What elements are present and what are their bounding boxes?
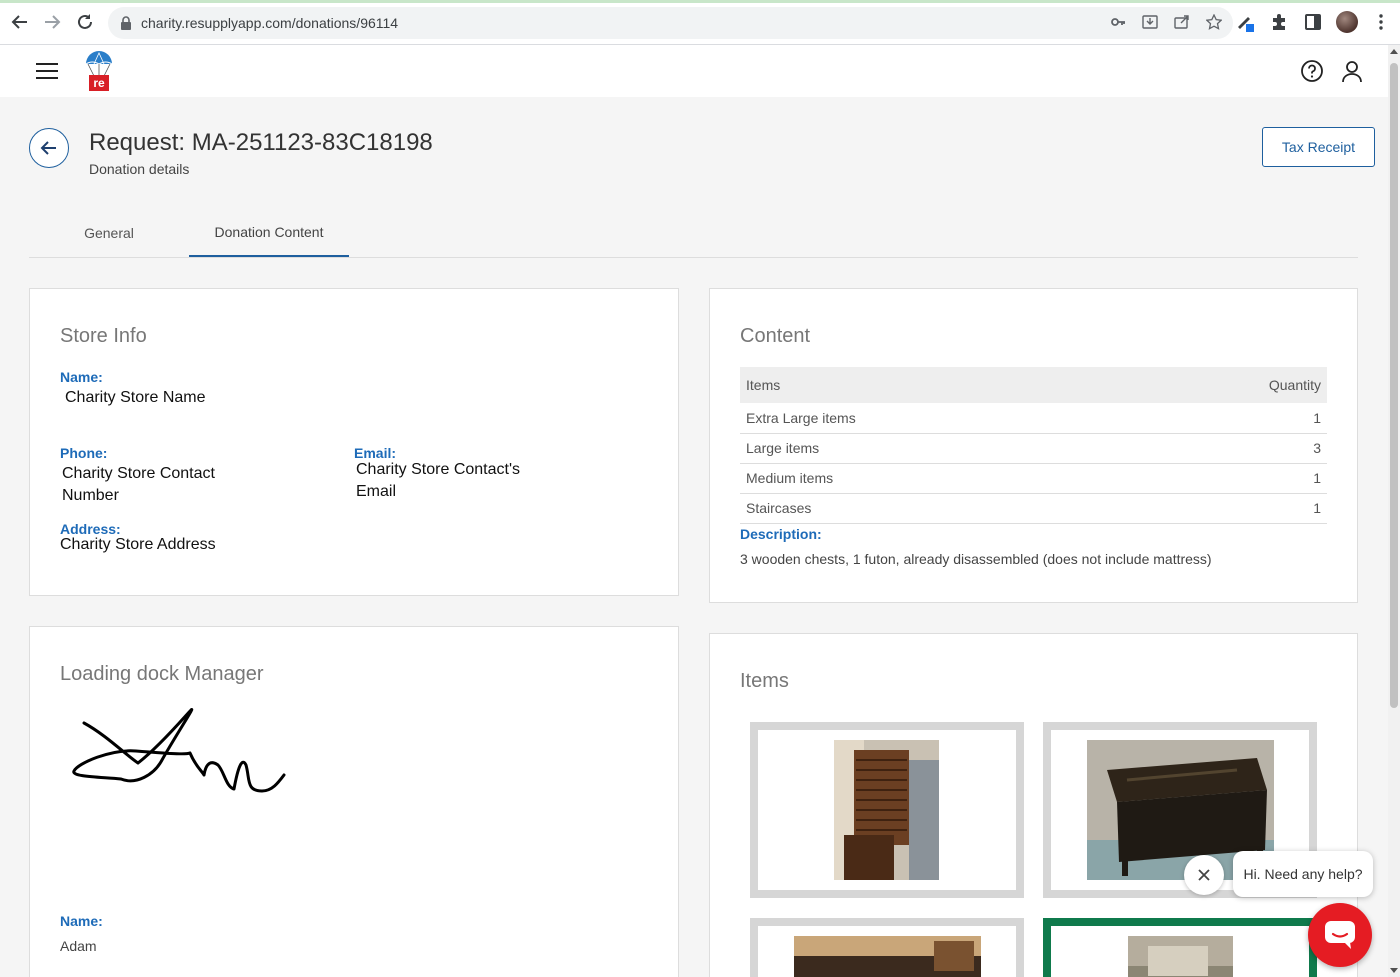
tab-bar: General Donation Content	[29, 208, 1358, 258]
item-photo-4-image	[1128, 936, 1233, 977]
item-name: Medium items	[740, 463, 1125, 494]
scroll-down-icon[interactable]	[1390, 968, 1398, 973]
items-card: Items	[709, 633, 1358, 977]
back-button[interactable]	[29, 128, 69, 168]
user-account-icon[interactable]	[1340, 59, 1364, 83]
item-name: Staircases	[740, 493, 1125, 524]
item-quantity: 1	[1124, 493, 1327, 524]
page-load-progress	[0, 0, 1400, 3]
table-row: Large items 3	[740, 433, 1327, 464]
item-quantity: 1	[1124, 463, 1327, 494]
app-header: re	[0, 45, 1388, 97]
item-quantity: 1	[1124, 403, 1327, 434]
store-phone-label: Phone:	[60, 445, 108, 461]
loading-dock-title: Loading dock Manager	[60, 663, 264, 685]
item-photo-3[interactable]	[750, 918, 1024, 977]
tab-general[interactable]: General	[29, 208, 189, 257]
scrollbar-thumb[interactable]	[1390, 63, 1398, 708]
url-text: charity.resupplyapp.com/donations/96114	[141, 15, 399, 31]
close-icon	[1198, 869, 1210, 881]
store-name-label: Name:	[60, 369, 103, 385]
bookmark-star-icon[interactable]	[1205, 13, 1223, 31]
browser-toolbar: charity.resupplyapp.com/donations/96114	[0, 0, 1400, 45]
chat-launcher-button[interactable]	[1308, 903, 1372, 967]
store-address-value: Charity Store Address	[60, 536, 216, 553]
profile-avatar[interactable]	[1336, 11, 1358, 33]
wooden-cabinet-photo	[834, 740, 939, 880]
futon-frame-photo	[794, 936, 981, 977]
arrow-left-icon	[40, 141, 56, 155]
description-label: Description:	[740, 526, 822, 542]
table-row: Staircases 1	[740, 493, 1327, 524]
dock-manager-name-label: Name:	[60, 913, 103, 929]
store-name-value: Charity Store Name	[65, 389, 206, 406]
content-card: Content Items Quantity Extra Large items…	[709, 288, 1358, 603]
chat-greeting-bubble[interactable]: Hi. Need any help?	[1233, 851, 1373, 897]
hamburger-menu-icon[interactable]	[36, 63, 58, 79]
item-quantity: 3	[1124, 433, 1327, 464]
dock-manager-name-value: Adam	[60, 938, 97, 954]
back-arrow-icon[interactable]	[8, 10, 32, 34]
resupply-logo[interactable]: re	[84, 50, 114, 92]
item-name: Large items	[740, 433, 1125, 464]
svg-text:re: re	[93, 76, 105, 90]
tax-receipt-button[interactable]: Tax Receipt	[1262, 127, 1375, 167]
loading-dock-card: Loading dock Manager Name: Adam	[29, 626, 679, 977]
page-scrollbar[interactable]	[1388, 45, 1400, 977]
item-name: Extra Large items	[740, 403, 1125, 434]
signature-image	[72, 708, 286, 793]
reload-icon[interactable]	[73, 10, 97, 34]
content-table: Items Quantity Extra Large items 1 Large…	[740, 367, 1327, 524]
table-row: Medium items 1	[740, 463, 1327, 494]
share-icon[interactable]	[1173, 13, 1191, 31]
help-icon[interactable]	[1300, 59, 1324, 83]
key-icon[interactable]	[1109, 13, 1127, 31]
page-subtitle: Donation details	[89, 161, 190, 177]
item-photo-1[interactable]	[750, 722, 1024, 898]
side-panel-icon[interactable]	[1302, 11, 1324, 33]
chat-icon	[1325, 921, 1355, 949]
column-header-items: Items	[740, 367, 1125, 403]
store-info-card: Store Info Name: Charity Store Name Phon…	[29, 288, 679, 596]
item-photo-4[interactable]	[1043, 918, 1317, 977]
forward-arrow-icon[interactable]	[40, 10, 64, 34]
store-email-value: Charity Store Contact's Email	[356, 461, 521, 500]
install-icon[interactable]	[1141, 13, 1159, 31]
store-info-title: Store Info	[60, 325, 147, 347]
table-row: Extra Large items 1	[740, 403, 1327, 434]
content-title: Content	[740, 325, 811, 347]
tab-donation-content[interactable]: Donation Content	[189, 208, 349, 257]
page-title: Request: MA-251123-83C18198	[89, 129, 433, 156]
column-header-quantity: Quantity	[1124, 367, 1327, 403]
description-value: 3 wooden chests, 1 futon, already disass…	[740, 551, 1212, 567]
browser-menu-icon[interactable]	[1370, 11, 1392, 33]
extension-pen-icon[interactable]	[1234, 11, 1256, 33]
lock-icon	[121, 16, 131, 30]
chat-dismiss-button[interactable]	[1184, 855, 1224, 895]
scroll-up-icon[interactable]	[1390, 49, 1398, 54]
extensions-puzzle-icon[interactable]	[1268, 11, 1290, 33]
store-phone-value: Charity Store Contact Number	[62, 465, 215, 504]
items-title: Items	[740, 670, 789, 692]
address-bar[interactable]: charity.resupplyapp.com/donations/96114	[108, 7, 1233, 39]
